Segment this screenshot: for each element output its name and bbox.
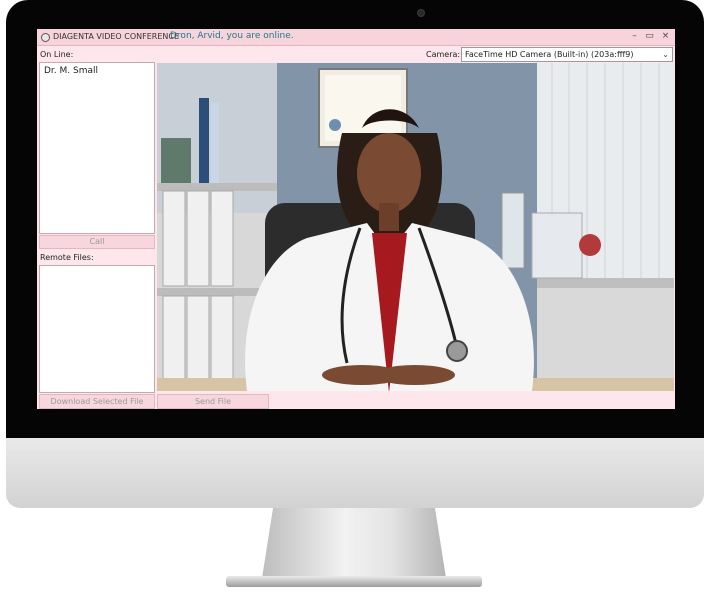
app-window: DIAGENTA VIDEO CONFERENCE Dron, Arvid, y… — [37, 29, 675, 409]
app-title: DIAGENTA VIDEO CONFERENCE — [53, 32, 180, 41]
title-bar: DIAGENTA VIDEO CONFERENCE Dron, Arvid, y… — [37, 29, 675, 46]
remote-files-label: Remote Files: — [40, 253, 94, 262]
online-label: On Line: — [40, 50, 74, 59]
download-button[interactable]: Download Selected File — [39, 394, 155, 409]
call-button[interactable]: Call — [39, 235, 155, 249]
chevron-down-icon: ⌄ — [662, 50, 669, 59]
minimize-button[interactable]: – — [628, 30, 641, 43]
app-logo-icon — [41, 33, 50, 42]
monitor-stand — [262, 508, 446, 578]
webcam-icon — [417, 9, 425, 17]
monitor-base — [226, 576, 482, 587]
camera-select[interactable]: FaceTime HD Camera (Built-in) (203a:fff9… — [461, 47, 673, 62]
remote-files-list[interactable] — [39, 265, 155, 393]
video-feed — [157, 63, 674, 391]
camera-label: Camera: — [426, 50, 461, 59]
list-item[interactable]: Dr. M. Small — [44, 66, 98, 76]
monitor-chin — [6, 438, 704, 508]
maximize-button[interactable]: ▭ — [643, 30, 656, 43]
send-file-button[interactable]: Send File — [157, 394, 269, 409]
camera-select-value: FaceTime HD Camera (Built-in) (203a:fff9… — [465, 50, 634, 59]
online-users-list[interactable]: Dr. M. Small — [39, 62, 155, 234]
online-status: Dron, Arvid, you are online. — [170, 31, 294, 41]
video-frame — [157, 63, 674, 391]
close-button[interactable]: × — [659, 30, 672, 43]
